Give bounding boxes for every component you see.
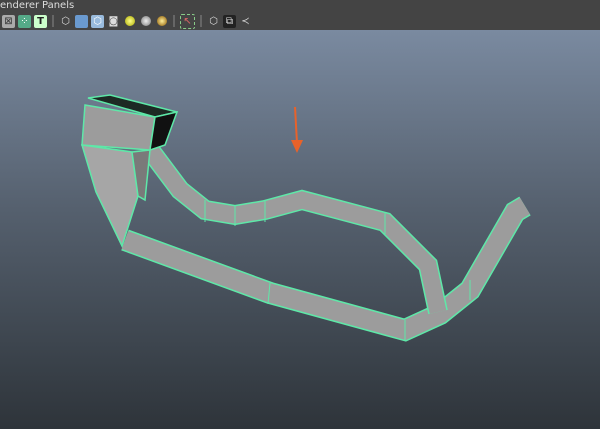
smooth-shade-cube-icon[interactable] [75,14,88,28]
xray-icon[interactable]: ⊠ [2,14,15,28]
texture-icon[interactable]: T [34,14,47,28]
light-all-icon[interactable] [139,15,152,28]
isolate-cube-icon[interactable]: ⬡ [207,15,220,28]
polygon-model[interactable] [80,94,531,342]
divider [52,15,54,27]
wireframe-cube-icon[interactable]: ⬡ [59,15,72,28]
duplicate-icon[interactable]: ⧉ [223,14,236,28]
orange-arrow-icon [291,106,303,153]
light-gold-icon[interactable] [155,15,168,28]
divider [200,15,202,27]
3d-viewport[interactable] [0,30,600,429]
divider [173,15,175,27]
checker-icon[interactable]: ◙ [107,15,120,28]
model-canvas [80,94,531,342]
share-node-icon[interactable]: ≺ [239,15,252,28]
grid-snap-icon[interactable]: ⁘ [18,14,31,28]
shaded-wireframe-cube-icon[interactable]: ⬡ [91,14,104,28]
light-default-icon[interactable] [123,15,136,28]
panel-toolbar: ⊠ ⁘ T ⬡ ⬡ ◙ ↖ ⬡ ⧉ ≺ [0,12,600,30]
menu-panels[interactable]: Panels [42,0,74,11]
menu-bar: enderer Panels [0,0,600,12]
select-region-icon[interactable]: ↖ [180,13,195,29]
menu-renderer[interactable]: enderer [0,0,39,11]
